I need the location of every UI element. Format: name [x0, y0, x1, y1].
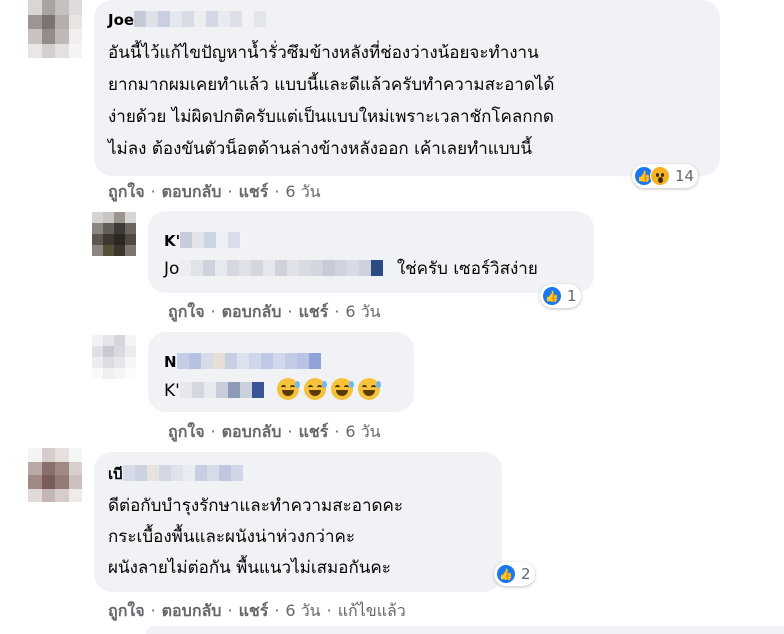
edited-label[interactable]: แก้ไขแล้ว	[338, 601, 406, 620]
emoji-group	[277, 378, 385, 401]
comment-text-line: ยากมากผมเคยทำแล้ว แบบนี้และดีแล้วครับทำค…	[108, 75, 555, 95]
comment-text-line: กระเบื้องพื้นและผนังน่าห่วงกว่าคะ	[108, 527, 355, 547]
like-link[interactable]: ถูกใจ	[108, 601, 145, 620]
avatar[interactable]	[92, 335, 136, 379]
redacted-name	[134, 11, 267, 27]
grinning-sweat-emoji	[277, 378, 301, 400]
grinning-sweat-emoji	[331, 378, 355, 400]
share-link[interactable]: แชร์	[299, 422, 329, 441]
share-link[interactable]: แชร์	[239, 601, 269, 620]
reaction-count: 1	[567, 287, 577, 305]
comment-text-line: ดีต่อกับบำรุงรักษาและทำความสะอาดคะ	[108, 496, 404, 516]
comment-text: Jo ใช่ครับ เซอร์วิสง่าย	[164, 254, 538, 284]
avatar[interactable]	[92, 212, 136, 256]
comment-author[interactable]: Joe	[108, 10, 267, 30]
avatar[interactable]	[28, 0, 82, 58]
wow-icon	[650, 166, 670, 186]
share-link[interactable]: แชร์	[299, 302, 329, 321]
timestamp[interactable]: 6 วัน	[345, 302, 380, 321]
timestamp[interactable]: 6 วัน	[285, 601, 320, 620]
next-comment-bubble-edge	[146, 626, 784, 634]
share-link[interactable]: แชร์	[239, 182, 269, 201]
timestamp[interactable]: 6 วัน	[285, 182, 320, 201]
reaction-summary[interactable]: 👍 14	[632, 164, 699, 188]
reaction-count: 2	[521, 565, 531, 583]
grinning-sweat-emoji	[304, 378, 328, 400]
like-link[interactable]: ถูกใจ	[168, 302, 205, 321]
timestamp[interactable]: 6 วัน	[345, 422, 380, 441]
reaction-count: 14	[675, 167, 695, 185]
mention[interactable]: K'	[164, 381, 180, 401]
comment-text: K'	[164, 376, 385, 406]
comment-actions: ถูกใจ · ตอบกลับ · แชร์ · 6 วัน	[168, 422, 381, 441]
redacted-name	[179, 256, 384, 276]
like-link[interactable]: ถูกใจ	[168, 422, 205, 441]
comment-author[interactable]: เบี	[108, 464, 243, 484]
like-icon: 👍	[496, 564, 516, 584]
comment-text-line: ผนังลายไม่ต่อกัน พื้นแนวไม่เสมอกันคะ	[108, 558, 391, 578]
comment-text-line: ไม่ลง ต้องขันตัวน็อตด้านล่างข้างหลังออก …	[108, 139, 532, 159]
reply-link[interactable]: ตอบกลับ	[162, 182, 222, 201]
like-icon: 👍	[542, 286, 562, 306]
grinning-sweat-emoji	[358, 378, 382, 400]
comment-author[interactable]: K'	[164, 231, 253, 251]
mention[interactable]: Jo	[164, 259, 179, 279]
reaction-summary[interactable]: 👍 1	[540, 284, 581, 308]
reaction-summary[interactable]: 👍 2	[494, 562, 535, 586]
redacted-name	[179, 378, 264, 398]
redacted-name	[180, 232, 253, 248]
reply-link[interactable]: ตอบกลับ	[222, 302, 282, 321]
comment-actions: ถูกใจ · ตอบกลับ · แชร์ · 6 วัน · แก้ไขแล้ว	[108, 601, 406, 620]
comment-actions: ถูกใจ · ตอบกลับ · แชร์ · 6 วัน	[168, 302, 381, 321]
redacted-name	[176, 353, 321, 369]
avatar[interactable]	[28, 448, 82, 502]
reply-link[interactable]: ตอบกลับ	[162, 601, 222, 620]
reply-text: ใช่ครับ เซอร์วิสง่าย	[396, 259, 538, 279]
comment-text-line: ง่ายด้วย ไม่ผิดปกติครับแต่เป็นแบบใหม่เพร…	[108, 107, 554, 127]
redacted-name	[122, 465, 243, 481]
comment-author[interactable]: N	[164, 352, 321, 372]
comment-actions: ถูกใจ · ตอบกลับ · แชร์ · 6 วัน	[108, 182, 321, 201]
comment-text-line: อันนี้ไว้แก้ไขปัญหาน้ำรั่วซึมข้างหลังที่…	[108, 43, 539, 63]
like-link[interactable]: ถูกใจ	[108, 182, 145, 201]
reply-link[interactable]: ตอบกลับ	[222, 422, 282, 441]
